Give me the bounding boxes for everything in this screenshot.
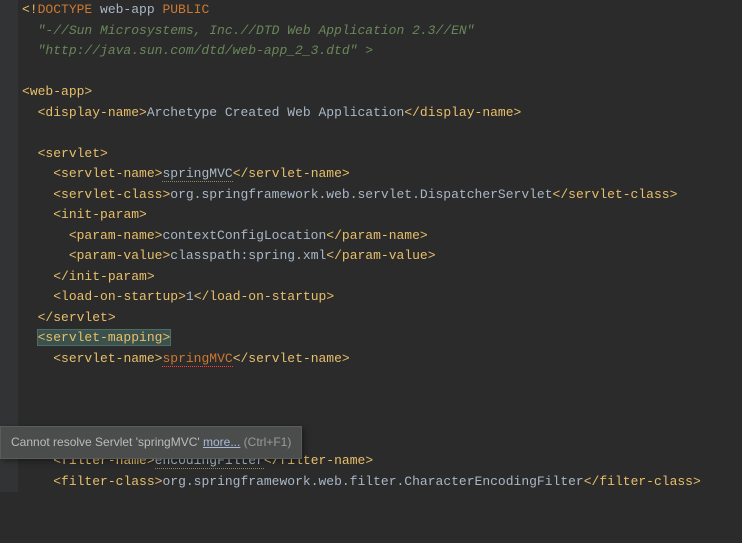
tooltip-shortcut: (Ctrl+F1) — [240, 435, 291, 449]
code-line: <servlet-name>springMVC</servlet-name> — [22, 349, 742, 370]
tooltip-message: Cannot resolve Servlet 'springMVC' — [11, 435, 203, 449]
code-line — [22, 369, 742, 390]
code-line: <filter-class>org.springframework.web.fi… — [22, 472, 742, 493]
code-line — [22, 390, 742, 411]
code-line — [22, 123, 742, 144]
gutter — [0, 0, 18, 492]
code-editor[interactable]: <!DOCTYPE web-app PUBLIC "-//Sun Microsy… — [0, 0, 742, 492]
code-line: <servlet-name>springMVC</servlet-name> — [22, 164, 742, 185]
code-line: <web-app> — [22, 82, 742, 103]
code-line: "http://java.sun.com/dtd/web-app_2_3.dtd… — [22, 41, 742, 62]
code-line: <param-name>contextConfigLocation</param… — [22, 226, 742, 247]
code-line: <load-on-startup>1</load-on-startup> — [22, 287, 742, 308]
code-line: <display-name>Archetype Created Web Appl… — [22, 103, 742, 124]
code-line: </servlet> — [22, 308, 742, 329]
code-line: <!DOCTYPE web-app PUBLIC — [22, 0, 742, 21]
error-value: springMVC — [162, 351, 232, 367]
code-line: </init-param> — [22, 267, 742, 288]
code-line: <servlet> — [22, 144, 742, 165]
code-line: <servlet-mapping> — [22, 328, 742, 349]
tooltip-more-link[interactable]: more... — [203, 435, 240, 449]
code-line: "-//Sun Microsystems, Inc.//DTD Web Appl… — [22, 21, 742, 42]
code-line — [22, 62, 742, 83]
code-line: <servlet-class>org.springframework.web.s… — [22, 185, 742, 206]
error-tooltip: Cannot resolve Servlet 'springMVC' more.… — [0, 426, 302, 459]
code-line: <param-value>classpath:spring.xml</param… — [22, 246, 742, 267]
code-line: <init-param> — [22, 205, 742, 226]
